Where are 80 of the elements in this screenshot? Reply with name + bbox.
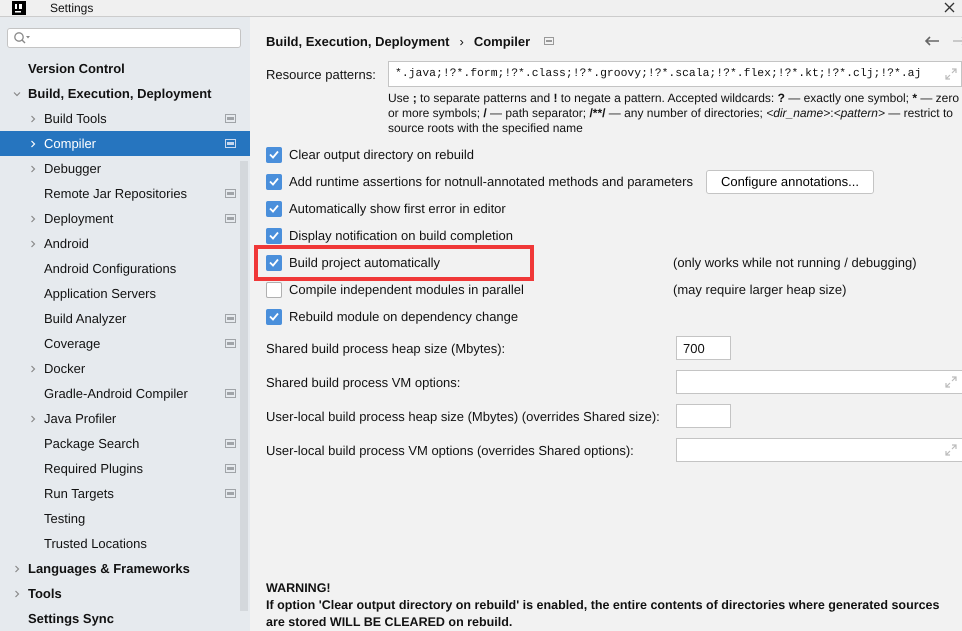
- chevron-right-icon[interactable]: [12, 564, 22, 574]
- checkbox[interactable]: [266, 228, 282, 244]
- close-icon[interactable]: [944, 2, 955, 13]
- checkmark-icon: [269, 312, 279, 321]
- chevron-right-icon[interactable]: [28, 238, 38, 248]
- checkmark-icon: [269, 258, 279, 267]
- tree-item[interactable]: Application Servers: [0, 281, 250, 306]
- option-note: (may require larger heap size): [673, 282, 848, 297]
- option-note: (only works while not running / debugging): [673, 255, 918, 270]
- number-field[interactable]: [676, 404, 731, 428]
- chevron-right-icon[interactable]: [28, 214, 38, 224]
- checkbox[interactable]: [266, 308, 282, 324]
- field-label: User-local build process heap size (Mbytes) (overrides Shared size):: [266, 408, 661, 424]
- tree-item[interactable]: Build Analyzer: [0, 306, 250, 331]
- chevron-right-icon[interactable]: [28, 164, 38, 174]
- tree-item[interactable]: Build Tools: [0, 106, 250, 131]
- chevron-right-icon[interactable]: [28, 414, 38, 424]
- tree-item[interactable]: Gradle-Android Compiler: [0, 381, 250, 406]
- field-label: Shared build process VM options:: [266, 374, 462, 390]
- tree-item[interactable]: Package Search: [0, 431, 250, 456]
- checkmark-icon: [269, 231, 279, 240]
- tree-item[interactable]: Remote Jar Repositories: [0, 181, 250, 206]
- configure-button[interactable]: Configure annotations...: [706, 170, 874, 194]
- checkbox-label[interactable]: Compile independent modules in parallel: [289, 282, 524, 297]
- tree-item[interactable]: Debugger: [0, 156, 250, 181]
- window-title: Settings: [50, 0, 94, 14]
- tree-item[interactable]: Languages & Frameworks: [0, 556, 250, 581]
- back-arrow-icon[interactable]: [924, 35, 940, 47]
- checkbox-label[interactable]: Automatically show first error in editor: [289, 201, 506, 216]
- chevron-right-icon[interactable]: [28, 138, 38, 148]
- checkbox-label[interactable]: Clear output directory on rebuild: [289, 147, 474, 162]
- checkbox-label[interactable]: Add runtime assertions for notnull-annotated methods and parameters: [289, 174, 693, 189]
- tree-item[interactable]: Version Control: [0, 56, 250, 81]
- expand-icon[interactable]: [945, 444, 957, 456]
- checkbox[interactable]: [266, 146, 282, 162]
- checkbox-label[interactable]: Display notification on build completion: [289, 228, 514, 243]
- checkmark-icon: [269, 204, 279, 213]
- warning-text: If option 'Clear output directory on rebuild' is enabled, the entire contents of directories where generated sources are stored WILL BE CLEARED on rebuild.: [266, 597, 940, 631]
- checkbox-label[interactable]: Build project automatically: [289, 255, 440, 270]
- breadcrumb-item[interactable]: Build, Execution, Deployment: [266, 34, 450, 48]
- tree-item[interactable]: Settings Sync: [0, 606, 250, 631]
- app-logo-icon: [12, 0, 26, 14]
- search-icon: [13, 31, 31, 45]
- tree-item[interactable]: Trusted Locations: [0, 531, 250, 556]
- checkbox-label[interactable]: Rebuild module on dependency change: [289, 309, 518, 324]
- tree-item[interactable]: Android: [0, 231, 250, 256]
- field-label: Resource patterns:: [266, 66, 376, 82]
- hint-text: Use ; to separate patterns and ! to negate a pattern. Accepted wildcards: ? — exactly one symbol; * — zero or more symbols; / — path separator; /**/ — any number of directories; <dir_name>:<pattern> — restrict to source roots with the specified name: [388, 91, 960, 136]
- expand-icon[interactable]: [945, 68, 957, 80]
- expand-icon[interactable]: [945, 376, 957, 388]
- text-field[interactable]: [676, 370, 962, 394]
- tree-item[interactable]: Required Plugins: [0, 456, 250, 481]
- number-field[interactable]: 700: [676, 336, 731, 360]
- breadcrumb-separator: ›: [459, 34, 464, 48]
- tree-item[interactable]: Build, Execution, Deployment: [0, 81, 250, 106]
- checkmark-icon: [269, 150, 279, 159]
- tree-item[interactable]: Run Targets: [0, 481, 250, 506]
- checkbox[interactable]: [266, 200, 282, 216]
- checkbox[interactable]: [266, 174, 282, 190]
- chevron-right-icon[interactable]: [12, 588, 22, 598]
- search-field[interactable]: [7, 28, 241, 48]
- tree-item[interactable]: Java Profiler: [0, 406, 250, 431]
- chevron-right-icon[interactable]: [28, 114, 38, 124]
- tree-item[interactable]: Deployment: [0, 206, 250, 231]
- tree-item[interactable]: Android Configurations: [0, 256, 250, 281]
- resource-patterns-field[interactable]: *.java;!?*.form;!?*.class;!?*.groovy;!?*.scala;!?*.flex;!?*.kt;!?*.clj;!?*.aj: [388, 61, 962, 87]
- tree-item[interactable]: Compiler: [0, 131, 250, 156]
- warning-title: WARNING!: [266, 580, 332, 597]
- checkmark-icon: [269, 177, 279, 186]
- tree-item[interactable]: Testing: [0, 506, 250, 531]
- field-label: Shared build process heap size (Mbytes):: [266, 340, 506, 356]
- checkbox[interactable]: [266, 254, 282, 270]
- checkbox[interactable]: [266, 282, 282, 298]
- tree-item[interactable]: Coverage: [0, 331, 250, 356]
- field-label: User-local build process VM options (overrides Shared options):: [266, 442, 635, 458]
- tree-item[interactable]: Tools: [0, 581, 250, 606]
- text-field[interactable]: [676, 438, 962, 462]
- chevron-right-icon[interactable]: [28, 364, 38, 374]
- breadcrumb-item: Compiler: [474, 34, 530, 48]
- tree-item[interactable]: Docker: [0, 356, 250, 381]
